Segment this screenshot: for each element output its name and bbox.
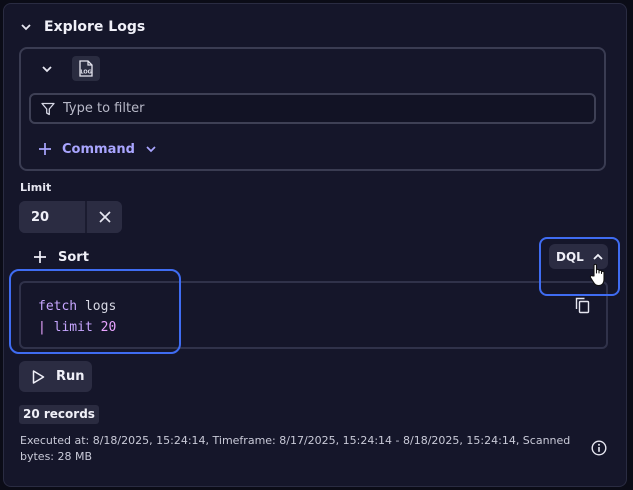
add-command-button[interactable]: Command xyxy=(38,138,157,160)
run-label: Run xyxy=(56,369,85,384)
run-button[interactable]: Run xyxy=(19,361,92,392)
filter-field[interactable] xyxy=(29,93,596,124)
plus-icon xyxy=(34,251,46,263)
chevron-down-icon[interactable] xyxy=(20,21,32,33)
limit-label: Limit xyxy=(20,181,52,194)
sort-label: Sort xyxy=(58,249,89,265)
command-label: Command xyxy=(62,141,135,157)
limit-clear-button[interactable] xyxy=(85,201,122,233)
limit-input[interactable] xyxy=(19,201,85,233)
close-icon xyxy=(98,211,111,223)
records-badge: 20 records xyxy=(19,405,99,424)
play-icon xyxy=(32,369,45,384)
log-icon: LOG xyxy=(79,60,93,77)
section-title: Explore Logs xyxy=(44,19,146,35)
filter-icon xyxy=(41,102,55,115)
hand-pointer-icon xyxy=(589,263,605,287)
copy-icon[interactable] xyxy=(573,296,593,316)
svg-text:LOG: LOG xyxy=(80,70,91,76)
chevron-down-icon[interactable] xyxy=(145,143,157,155)
code-line-2: | limit 20 xyxy=(38,320,117,335)
log-source-button[interactable]: LOG xyxy=(72,56,100,81)
section-header[interactable]: Explore Logs xyxy=(20,16,145,38)
code-line-1: fetch logs xyxy=(38,299,117,314)
chevron-down-icon[interactable] xyxy=(41,63,53,75)
plus-icon xyxy=(39,143,51,155)
dql-code[interactable]: fetch logs | limit 20 xyxy=(38,296,116,338)
execution-info: Executed at: 8/18/2025, 15:24:14, Timefr… xyxy=(20,434,571,463)
add-sort-button[interactable]: Sort xyxy=(33,246,89,268)
dql-label: DQL xyxy=(556,249,584,264)
info-icon[interactable] xyxy=(591,440,607,456)
limit-field xyxy=(19,201,122,233)
filter-input[interactable] xyxy=(63,101,563,116)
chevron-up-icon xyxy=(593,253,603,260)
